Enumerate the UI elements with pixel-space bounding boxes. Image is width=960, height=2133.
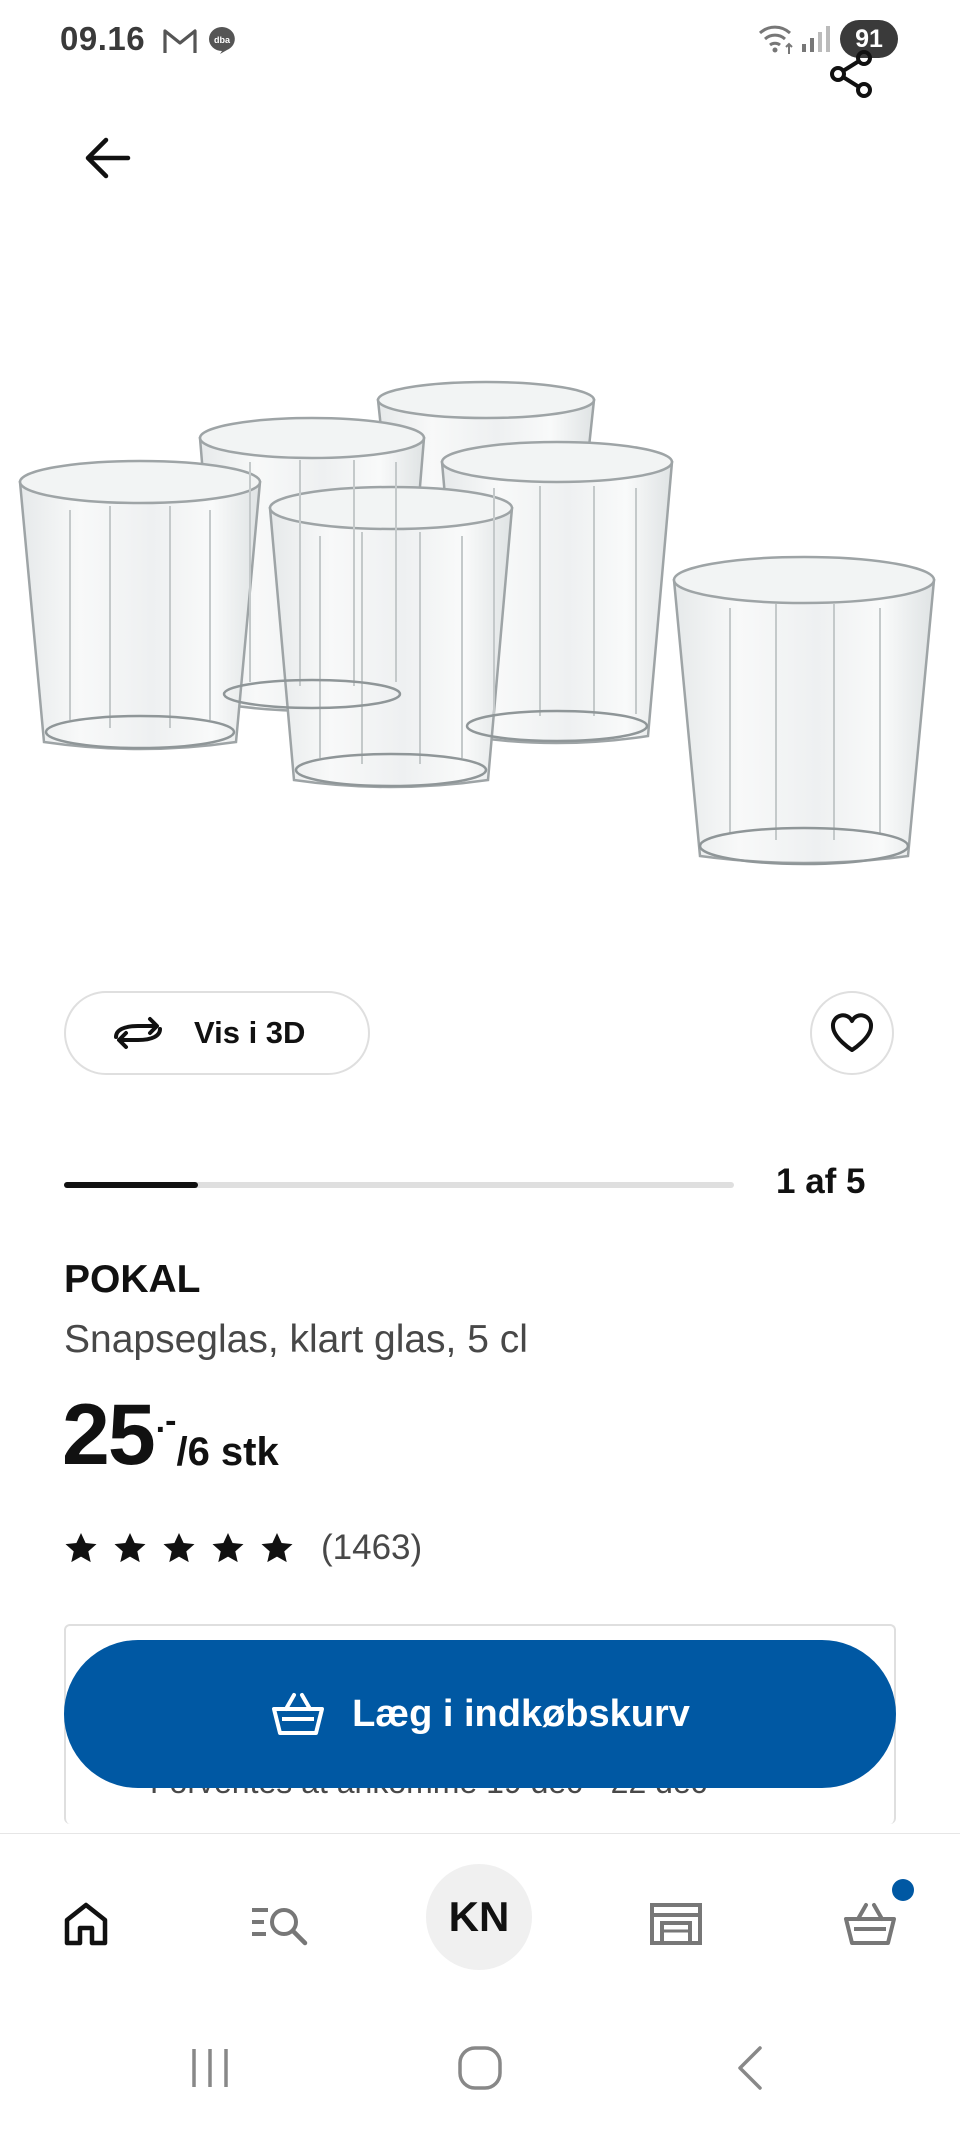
rating-stars [64,1531,309,1565]
profile-initials: KN [448,1893,510,1940]
nav-store[interactable] [626,1874,726,1974]
chevron-left-icon [738,2046,762,2090]
carousel-progress-fill [64,1182,198,1188]
product-image[interactable] [0,210,960,930]
view-3d-button[interactable]: Vis i 3D [64,991,370,1075]
cart-badge-dot [892,1879,914,1901]
recent-apps-button[interactable] [170,2033,250,2103]
star-icon [261,1533,293,1563]
dba-icon: dba [206,24,238,56]
status-bar: 09.16 dba 91 [0,0,960,80]
price-integer: 25 [62,1387,156,1483]
star-icon [212,1533,244,1563]
rotate-3d-icon [114,1017,162,1049]
store-icon [650,1903,702,1945]
carousel-progress [64,1182,734,1188]
status-time: 09.16 [60,20,146,57]
favorite-button[interactable] [810,991,894,1075]
add-to-cart-label: Læg i indkøbskurv [352,1692,690,1735]
recent-apps-icon [192,2049,228,2087]
back-button[interactable] [70,120,146,196]
view-3d-label: Vis i 3D [194,1015,306,1050]
star-icon [114,1533,146,1563]
search-list-icon [252,1908,308,1946]
home-icon [64,1902,108,1946]
star-icon [65,1533,97,1563]
add-to-cart-button[interactable]: Læg i indkøbskurv [64,1640,896,1788]
share-button[interactable] [822,44,882,104]
home-circle-icon [458,2046,502,2090]
home-system-button[interactable] [440,2033,520,2103]
product-price: 25 .- /6 stk [62,1392,279,1478]
nav-home[interactable] [36,1874,136,1974]
system-navigation-bar [0,2003,960,2133]
carousel-counter: 1 af 5 [776,1162,866,1201]
svg-text:dba: dba [214,35,231,45]
glasses-image [18,380,936,866]
arrow-left-icon [85,137,131,179]
star-icon [163,1533,195,1563]
basket-icon [844,1903,896,1945]
price-unit: /6 stk [176,1430,279,1474]
nav-profile-avatar[interactable]: KN [426,1864,532,1970]
product-rating[interactable]: (1463) [64,1528,422,1568]
price-decimal: .- [155,1402,177,1440]
review-count: (1463) [321,1528,423,1567]
nav-search[interactable] [230,1874,330,1974]
product-description: Snapseglas, klart glas, 5 cl [64,1318,528,1361]
product-name: POKAL [64,1258,201,1301]
heart-icon [831,1013,873,1052]
wifi-icon [756,20,796,56]
basket-icon [272,1693,325,1735]
share-icon [830,50,872,98]
back-system-button[interactable] [710,2033,790,2103]
bottom-nav: KN [0,1833,960,2003]
gmail-icon [162,26,198,56]
